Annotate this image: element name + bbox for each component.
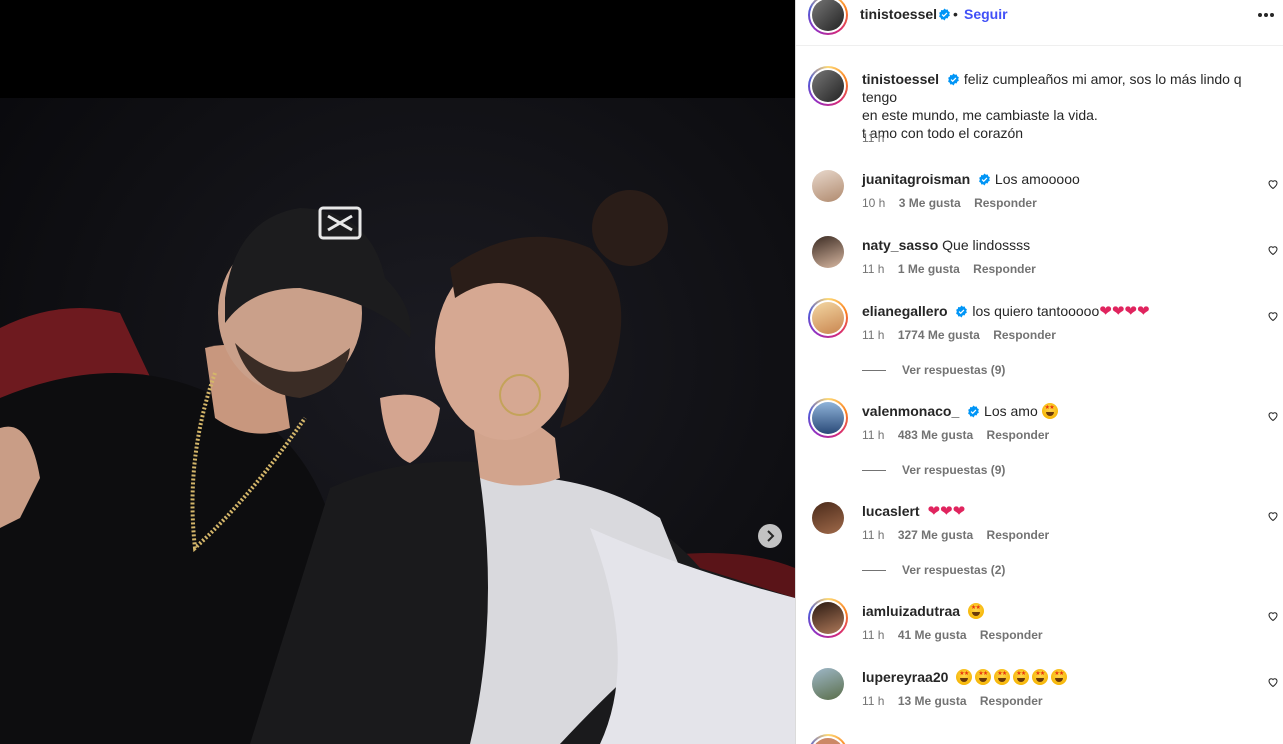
commenter-avatar[interactable] [808, 298, 848, 338]
view-replies-label: Ver respuestas (9) [902, 463, 1006, 477]
view-replies-button[interactable]: Ver respuestas (9) [862, 363, 1005, 377]
header-separator: • [953, 6, 958, 22]
reply-button[interactable]: Responder [974, 196, 1037, 210]
comment-text: Que lindossss [942, 237, 1031, 253]
commenter-avatar[interactable] [812, 170, 844, 202]
reply-button[interactable]: Responder [980, 628, 1043, 642]
comment-likes[interactable]: 13 Me gusta [898, 694, 967, 708]
comment-time: 11 h [862, 528, 885, 542]
view-replies-label: Ver respuestas (9) [902, 363, 1006, 377]
comment-likes[interactable]: 1 Me gusta [898, 262, 960, 276]
star-struck-emoji [1041, 403, 1058, 419]
comment-username[interactable]: valenmonaco_ [862, 403, 959, 419]
reply-button[interactable]: Responder [973, 262, 1036, 276]
comment-username[interactable]: elianegallero [862, 303, 948, 319]
comment-time: 11 h [862, 328, 885, 342]
comment-time: 11 h [862, 428, 885, 442]
commenter-avatar[interactable] [808, 734, 848, 744]
comment-username[interactable]: iamluizadutraa [862, 603, 960, 619]
verified-badge-icon [968, 405, 980, 418]
comment-time: 11 h [862, 262, 885, 276]
heart-outline-icon[interactable] [1267, 510, 1279, 522]
replies-divider [862, 469, 886, 471]
comment-likes[interactable]: 41 Me gusta [898, 628, 967, 642]
comment-username[interactable]: lucaslert [862, 503, 920, 519]
comment-time: 11 h [862, 628, 885, 642]
author-avatar[interactable] [808, 0, 848, 35]
comment-username[interactable]: naty_sasso [862, 237, 938, 253]
post-header: tinistoessel • Seguir [796, 0, 1283, 46]
comment-text: Los amooooo [994, 171, 1080, 187]
author-username[interactable]: tinistoessel [860, 6, 937, 22]
commenter-avatar[interactable] [812, 502, 844, 534]
reply-button[interactable]: Responder [980, 694, 1043, 708]
couple-photo-illustration [0, 190, 795, 744]
post-side-panel: tinistoessel • Seguir tinistoessel feliz… [795, 0, 1283, 744]
caption-username[interactable]: tinistoessel [862, 71, 939, 87]
star-struck-emojis [956, 669, 1070, 685]
comment-username[interactable]: juanitagroisman [862, 171, 970, 187]
verified-badge-icon [979, 173, 990, 186]
post-photo[interactable] [0, 98, 795, 744]
verified-badge-icon [956, 305, 968, 318]
comment-text: Los amo [984, 403, 1038, 419]
reply-button[interactable]: Responder [987, 528, 1050, 542]
replies-divider [862, 569, 886, 571]
caption-text-line2: en este mundo, me cambiaste la vida. [862, 107, 1098, 123]
heart-outline-icon[interactable] [1267, 410, 1279, 422]
comment-time: 10 h [862, 196, 886, 210]
more-options-icon[interactable] [1257, 12, 1275, 18]
caption-time: 11 h [862, 131, 885, 145]
heart-emojis: ❤❤❤ [927, 502, 966, 520]
heart-outline-icon[interactable] [1267, 178, 1279, 190]
commenter-avatar[interactable] [812, 668, 844, 700]
verified-badge-icon [939, 8, 950, 21]
follow-button[interactable]: Seguir [964, 6, 1008, 22]
caption-text-line3: t amo con todo el corazón [862, 125, 1024, 141]
comment-likes[interactable]: 3 Me gusta [899, 196, 961, 210]
view-replies-button[interactable]: Ver respuestas (9) [862, 463, 1005, 477]
heart-outline-icon[interactable] [1267, 610, 1279, 622]
commenter-avatar[interactable] [808, 598, 848, 638]
view-replies-button[interactable]: Ver respuestas (2) [862, 563, 1005, 577]
commenter-avatar[interactable] [812, 236, 844, 268]
heart-outline-icon[interactable] [1267, 676, 1279, 688]
verified-badge-icon [948, 73, 959, 86]
comment-likes[interactable]: 1774 Me gusta [898, 328, 980, 342]
comment-username[interactable]: lupereyraa20 [862, 669, 948, 685]
replies-divider [862, 369, 886, 371]
reply-button[interactable]: Responder [987, 428, 1050, 442]
reply-button[interactable]: Responder [993, 328, 1056, 342]
heart-emojis: ❤❤❤❤ [1099, 302, 1150, 320]
comment-text: los quiero tantooooo [972, 303, 1100, 319]
heart-outline-icon[interactable] [1267, 310, 1279, 322]
comment-likes[interactable]: 483 Me gusta [898, 428, 973, 442]
next-image-button[interactable] [758, 524, 782, 548]
comment-time: 11 h [862, 694, 885, 708]
chevron-right-icon [767, 530, 775, 542]
post-media [0, 0, 795, 744]
heart-outline-icon[interactable] [1267, 244, 1279, 256]
caption-author-avatar[interactable] [808, 66, 848, 106]
comment-likes[interactable]: 327 Me gusta [898, 528, 973, 542]
commenter-avatar[interactable] [808, 398, 848, 438]
view-replies-label: Ver respuestas (2) [902, 563, 1006, 577]
star-struck-emoji [967, 603, 984, 619]
